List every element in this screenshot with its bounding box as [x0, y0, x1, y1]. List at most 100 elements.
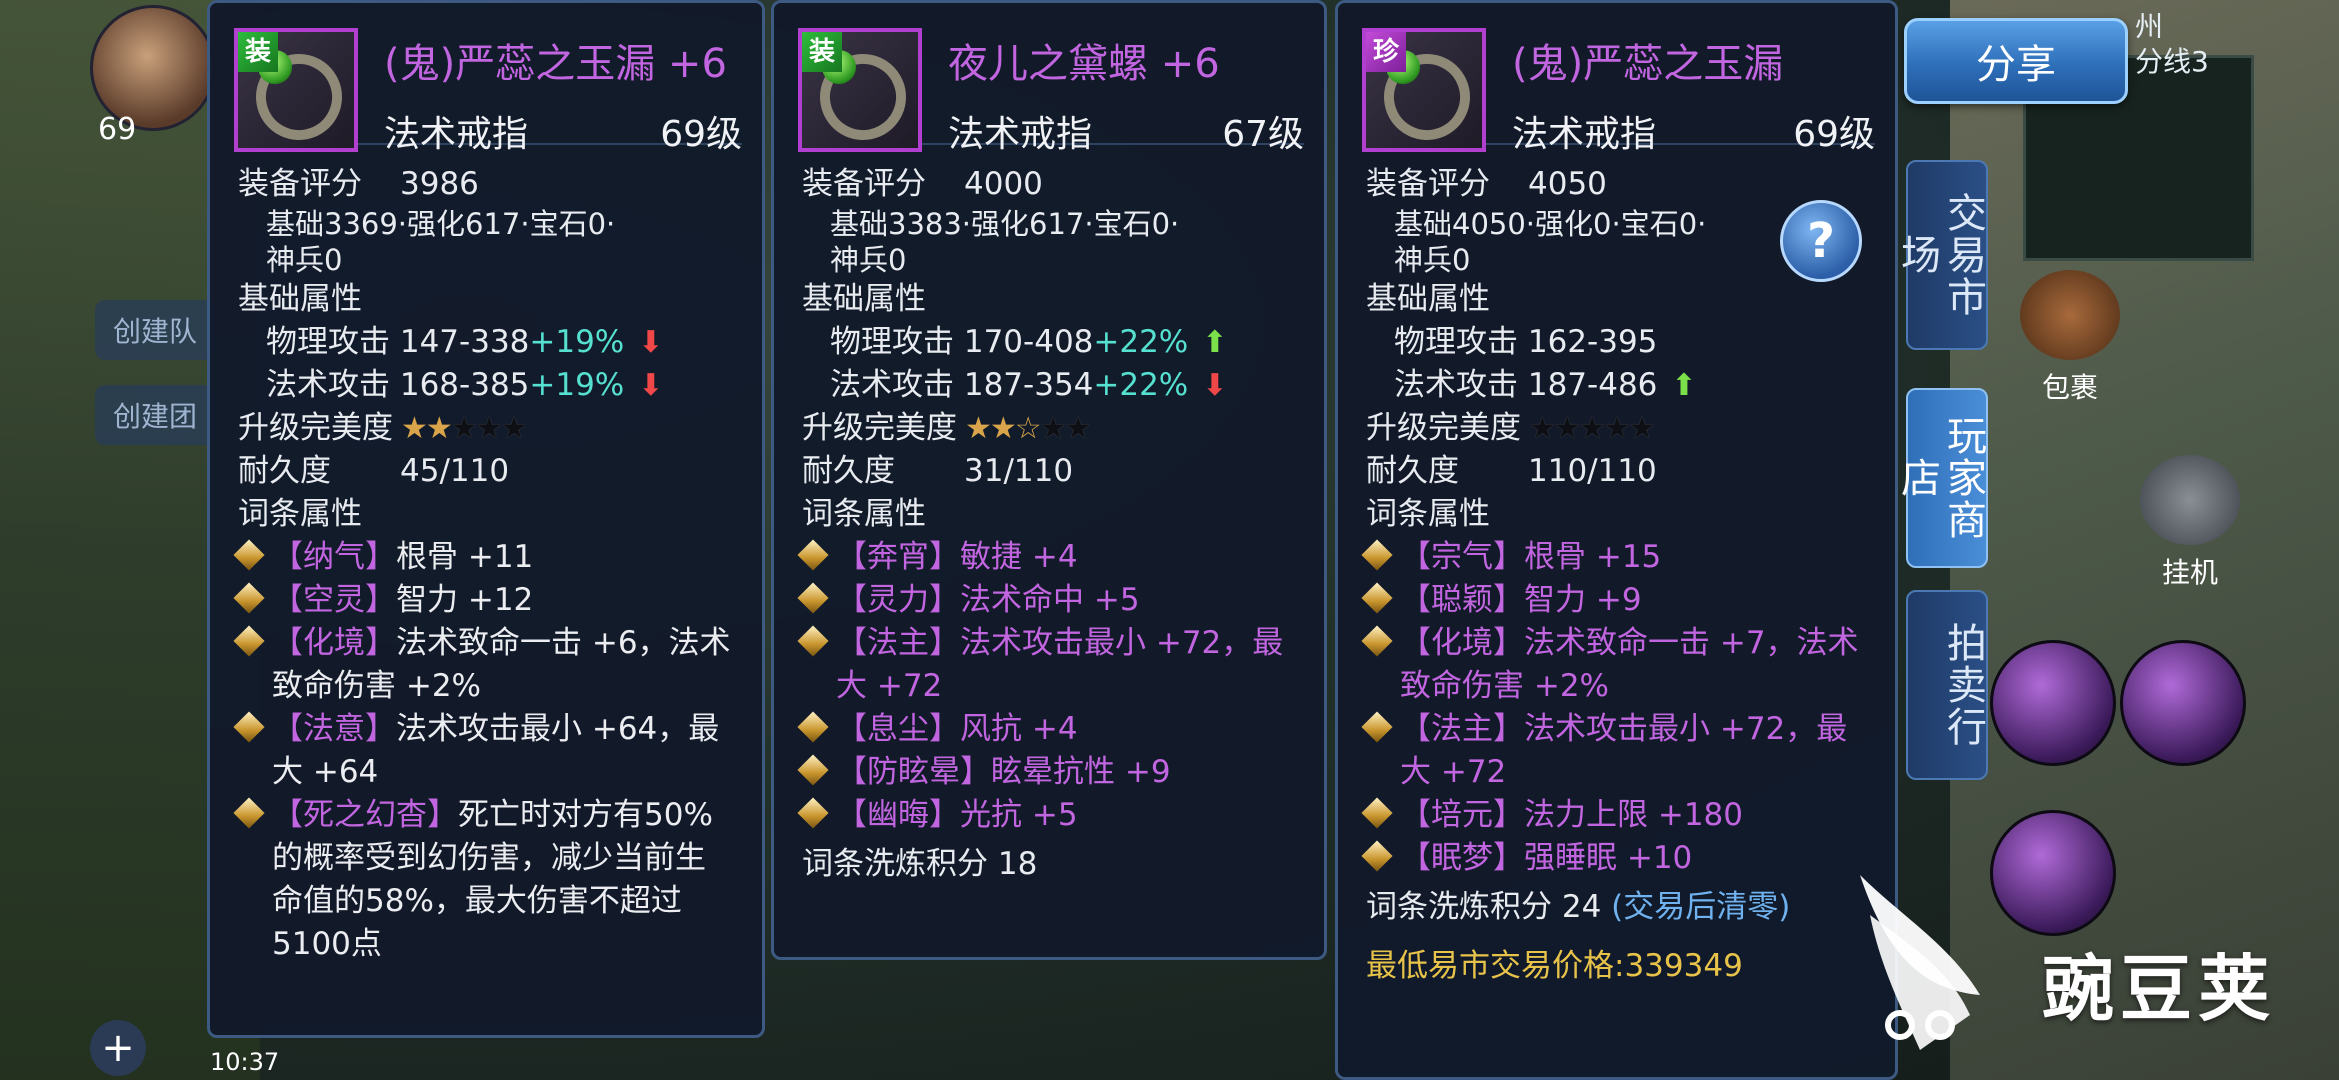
mag-attack-label: 法术攻击: [1394, 367, 1518, 403]
durability-row: 耐久度 110/110: [1366, 450, 1871, 493]
down-arrow-icon: ⬇: [638, 325, 664, 360]
affix-item: 【法主】法术攻击最小 +72，最大 +72: [1361, 708, 1871, 794]
affix-item: 【纳气】根骨 +11: [233, 536, 738, 579]
score-value: 4050: [1528, 166, 1607, 202]
diamond-bullet-icon: [1361, 539, 1393, 571]
idle-label: 挂机: [2161, 556, 2218, 589]
phys-attack-label: 物理攻击: [830, 324, 954, 360]
mag-attack-label: 法术攻击: [266, 367, 390, 403]
item-header: 装 (鬼)严蕊之玉漏 +6 法术戒指 69级: [234, 3, 742, 155]
refine-note: (交易后清零): [1611, 889, 1791, 925]
affix-text: 法术攻击最小 +64，最: [396, 711, 720, 747]
diamond-bullet-icon: [233, 625, 265, 657]
affix-item: 【灵力】法术命中 +5: [797, 579, 1300, 622]
affix-name: 【幽晦】: [836, 797, 960, 833]
base-attr-label: 基础属性: [802, 281, 926, 317]
star-empty-icon: ★★: [1039, 411, 1092, 446]
min-price-value: 339349: [1624, 948, 1743, 984]
score-label: 装备评分: [1366, 166, 1490, 202]
affix-text: 智力 +9: [1524, 582, 1642, 618]
affix-label: 词条属性: [802, 496, 926, 532]
score-label: 装备评分: [238, 166, 362, 202]
affix-text: 根骨 +11: [396, 539, 534, 575]
item-tooltip-2: 装 夜儿之黛螺 +6 法术戒指 67级 装备评分 4000 基础3383·强化61…: [771, 0, 1327, 960]
item-name: 夜儿之黛螺 +6: [948, 41, 1220, 87]
durability-label: 耐久度: [1366, 453, 1459, 489]
mag-attack-pct: +19%: [529, 367, 625, 403]
down-arrow-icon: ⬇: [1202, 368, 1228, 403]
diamond-bullet-icon: [233, 797, 265, 829]
mag-attack-pct: +22%: [1093, 367, 1189, 403]
durability-label: 耐久度: [238, 453, 331, 489]
plus-icon[interactable]: +: [90, 1020, 146, 1076]
affix-text-cont: 的概率受到幻伤害，减少当前生: [272, 840, 706, 876]
affix-name: 【化境】: [272, 625, 396, 661]
affix-item: 【法主】法术攻击最小 +72，最大 +72: [797, 622, 1300, 708]
skill-button-1[interactable]: [1990, 640, 2116, 766]
tab-trade-market[interactable]: 交易市场: [1894, 160, 1988, 350]
affix-item: 【眠梦】强睡眠 +10: [1361, 837, 1871, 880]
affix-item: 【防眩晕】眩晕抗性 +9: [797, 751, 1300, 794]
affix-text: 智力 +12: [396, 582, 534, 618]
refine-score-value: 18: [997, 846, 1038, 882]
affix-name: 【眠梦】: [1400, 840, 1524, 876]
affix-text: 法术命中 +5: [960, 582, 1140, 618]
item-type: 法术戒指: [1512, 114, 1657, 155]
mag-attack-row: 法术攻击 187-354+22% ⬇: [802, 364, 1300, 407]
tab-player-shop[interactable]: 玩家商店: [1894, 388, 1988, 568]
diamond-bullet-icon: [1361, 840, 1393, 872]
watermark-text: 豌豆荚: [2042, 947, 2277, 1031]
affix-label: 词条属性: [238, 496, 362, 532]
score-detail-2: 神兵0: [266, 243, 343, 277]
item-header: 装 夜儿之黛螺 +6 法术戒指 67级: [798, 3, 1304, 155]
create-group-button[interactable]: 创建团: [95, 385, 215, 445]
skill-button-2[interactable]: [2120, 640, 2246, 766]
diamond-bullet-icon: [1361, 625, 1393, 657]
perfection-row: 升级完美度 ★★★★★: [1366, 407, 1871, 450]
score-value: 4000: [964, 166, 1043, 202]
create-team-button[interactable]: 创建队: [95, 300, 215, 360]
diamond-bullet-icon: [797, 582, 829, 614]
refine-score-value: 24: [1561, 889, 1602, 925]
refine-score-row: 词条洗炼积分 18: [802, 843, 1300, 886]
phys-attack-value: 170-408: [963, 324, 1094, 360]
bag-button[interactable]: 包裹: [2020, 270, 2120, 406]
affix-text: 法术致命一击 +7，法术: [1524, 625, 1859, 661]
affix-text: 风抗 +4: [960, 711, 1078, 747]
affix-text: 强睡眠 +10: [1524, 840, 1693, 876]
help-icon[interactable]: ?: [1780, 200, 1862, 282]
affix-name: 【纳气】: [272, 539, 396, 575]
affix-text: 敏捷 +4: [960, 539, 1078, 575]
phys-attack-pct: +22%: [1093, 324, 1189, 360]
affix-item: 【奔宵】敏捷 +4: [797, 536, 1300, 579]
durability-value: 31/110: [964, 453, 1074, 489]
affix-name: 【法意】: [272, 711, 396, 747]
server-line-label[interactable]: 分线3: [2135, 40, 2209, 80]
affix-text: 根骨 +15: [1524, 539, 1662, 575]
up-arrow-icon: ⬆: [1671, 368, 1697, 403]
durability-label: 耐久度: [802, 453, 895, 489]
affix-name: 【宗气】: [1400, 539, 1524, 575]
tab-auction[interactable]: 拍卖行: [1906, 590, 1988, 780]
affix-text: 法术致命一击 +6，法术: [396, 625, 731, 661]
score-detail-1: 基础3383·强化617·宝石0·: [830, 207, 1180, 241]
phys-attack-label: 物理攻击: [1394, 324, 1518, 360]
item-level: 69级: [660, 114, 742, 155]
diamond-bullet-icon: [233, 582, 265, 614]
affix-item: 【死之幻杳】死亡时对方有50% 的概率受到幻伤害，减少当前生 命值的58%，最大伤害…: [233, 794, 738, 966]
affix-text-cont: 大 +64: [272, 754, 379, 790]
idle-button[interactable]: 挂机: [2140, 455, 2240, 591]
item-level: 67级: [1222, 114, 1304, 155]
perfection-row: 升级完美度 ★★★★★: [238, 407, 738, 450]
refine-score-row: 词条洗炼积分 24 (交易后清零): [1366, 886, 1871, 929]
durability-row: 耐久度 31/110: [802, 450, 1300, 493]
affix-text-cont: 命值的58%，最大伤害不超过: [272, 883, 682, 919]
affix-item: 【化境】法术致命一击 +6，法术 致命伤害 +2%: [233, 622, 738, 708]
min-price-label: 最低易市交易价格:: [1366, 948, 1625, 984]
affix-text-cont: 大 +72: [1400, 754, 1507, 790]
affix-name: 【死之幻杳】: [272, 797, 458, 833]
ring-item-icon: 装: [798, 28, 922, 152]
affix-name: 【息尘】: [836, 711, 960, 747]
share-button[interactable]: 分享: [1904, 18, 2128, 104]
mag-attack-row: 法术攻击 187-486 ⬆: [1366, 364, 1871, 407]
